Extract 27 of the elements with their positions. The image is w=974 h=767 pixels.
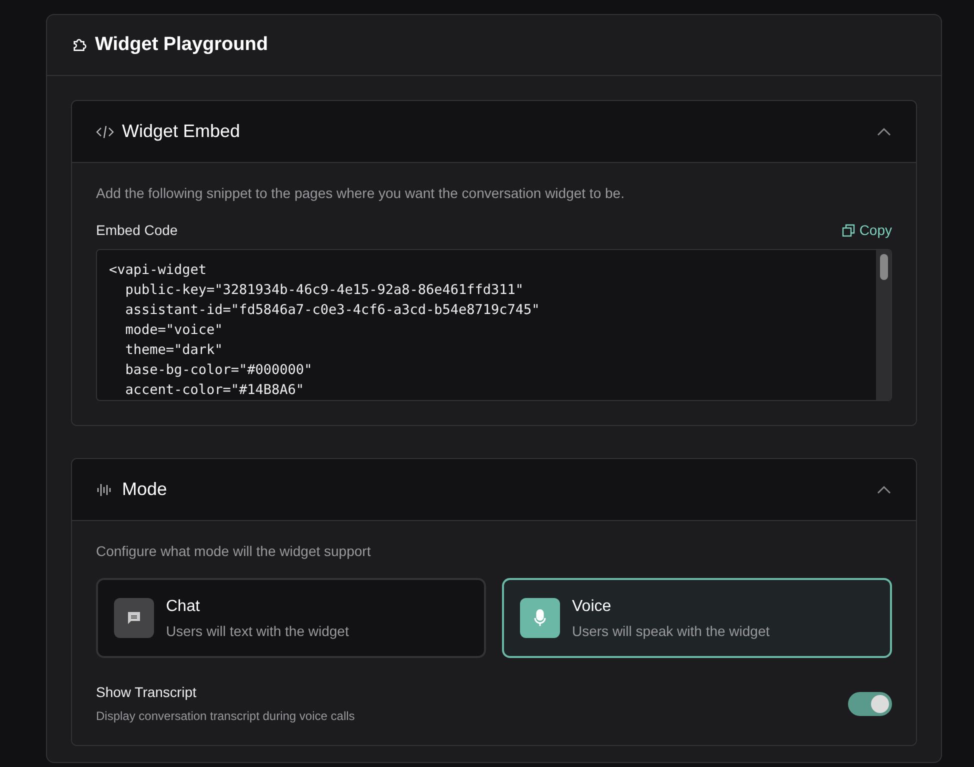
mode-option-card[interactable]: Voice Users will speak with the widget <box>502 578 892 658</box>
chat-bubble-icon <box>126 610 142 626</box>
option-title: Voice <box>572 596 612 616</box>
copy-button[interactable]: Copy <box>842 220 892 241</box>
chevron-icon[interactable] <box>876 126 892 136</box>
section-title: Mode <box>122 478 168 501</box>
chevron-icon[interactable] <box>876 484 892 494</box>
section-description: Add the following snippet to the pages where you want the conversation widget to be. <box>96 184 626 203</box>
embed-code-field[interactable]: <vapi-widget public-key="3281934b-46c9-4e15-92a8-86e461ffd311" assistant-id="fd5846a7-c0e3-4cf6-a3cd-b54e8719c745" mode="voice" theme="dark" base-bg-color="#000000" accent-color="#14B8A6" <box>96 249 892 401</box>
option-description: Users will speak with the widget <box>572 622 770 641</box>
mode-option-card[interactable]: Chat Users will text with the widget <box>96 578 486 658</box>
code-icon <box>96 124 114 138</box>
puzzle-icon <box>71 37 87 53</box>
panel-title: Widget Playground <box>95 32 268 57</box>
section-description: Configure what mode will the widget support <box>96 542 372 561</box>
option-title: Chat <box>166 596 201 616</box>
field-label: Embed Code <box>96 221 179 240</box>
section-title: Widget Embed <box>122 120 242 143</box>
toggle-label: Show Transcript <box>96 683 198 702</box>
scrollbar[interactable] <box>876 250 891 400</box>
toggle-description: Display conversation transcript during voice calls <box>96 708 356 725</box>
mode-header[interactable]: Mode <box>72 459 916 521</box>
microphone-icon <box>532 609 548 627</box>
option-description: Users will text with the widget <box>166 622 349 641</box>
copy-icon <box>842 224 856 237</box>
toggle-switch[interactable] <box>848 692 892 716</box>
embed-header[interactable]: Widget Embed <box>72 101 916 163</box>
